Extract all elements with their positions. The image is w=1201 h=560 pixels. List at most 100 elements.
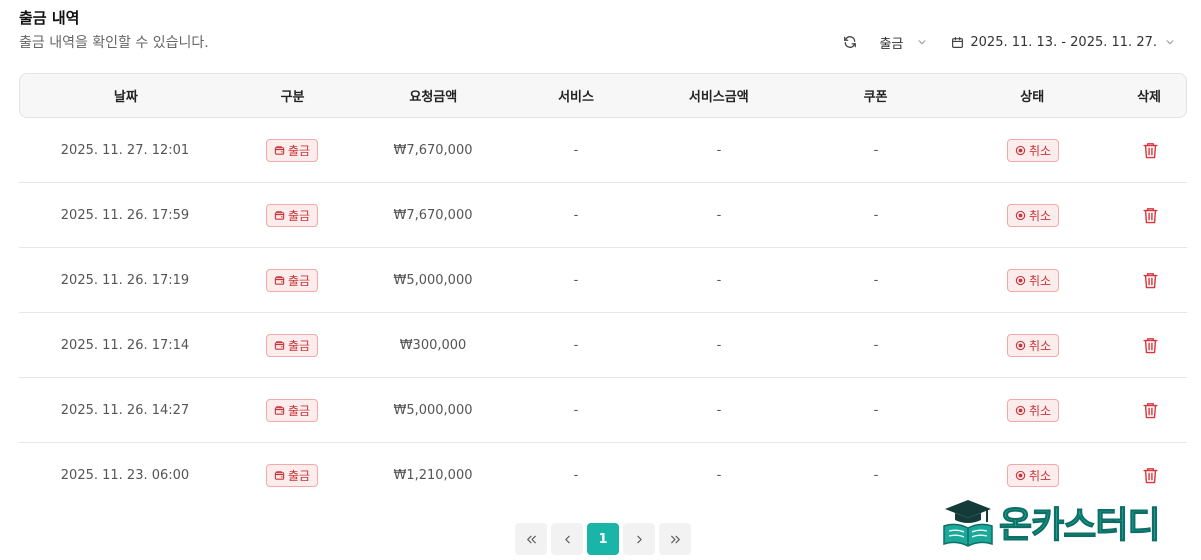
cell-amount: ₩1,210,000 (393, 468, 473, 483)
cell-status: 취소 (953, 378, 1113, 442)
delete-button[interactable] (1142, 401, 1159, 420)
type-filter-select[interactable]: 출금 (879, 33, 927, 52)
cell-coupon: - (873, 142, 879, 158)
column-header-amount: 요청금액 (409, 90, 458, 105)
cancel-circle-icon (1015, 145, 1026, 155)
calendar-icon (952, 36, 964, 48)
delete-button[interactable] (1142, 271, 1159, 290)
cell-service-amount: - (716, 207, 722, 223)
cancel-circle-icon (1015, 275, 1026, 285)
column-header-delete: 삭제 (1137, 90, 1161, 105)
delete-button[interactable] (1142, 336, 1159, 355)
cell-date: 2025. 11. 26. 17:19 (60, 272, 190, 288)
cancel-circle-icon (1015, 470, 1026, 481)
status-badge-label: 취소 (1028, 208, 1052, 223)
trash-icon (1142, 468, 1158, 484)
watermark-text: 온카스터디 (999, 505, 1162, 547)
wallet-icon (274, 275, 285, 285)
column-header-coupon: 쿠폰 (863, 90, 888, 105)
page-header: 출금 내역 출금 내역을 확인할 수 있습니다. (19, 8, 209, 52)
cell-delete (1113, 248, 1187, 312)
cell-service: - (573, 272, 579, 288)
trash-icon (1142, 337, 1158, 353)
cell-amount: ₩7,670,000 (393, 142, 473, 158)
cell-amount: ₩5,000,000 (393, 272, 473, 288)
withdrawal-table: 날짜 구분 요청금액 서비스 서비스금액 쿠폰 상태 삭제 2025. 11. … (19, 73, 1187, 508)
status-badge-label: 취소 (1028, 143, 1052, 158)
table-row: 2025. 11. 26. 17:19 출금 ₩5,000,000 - - - 취소 (19, 248, 1187, 313)
cell-status: 취소 (953, 118, 1113, 182)
delete-button[interactable] (1142, 141, 1159, 160)
type-badge-label: 출금 (287, 273, 311, 288)
chevron-down-icon (918, 40, 926, 45)
status-badge: 취소 (1006, 333, 1060, 357)
cell-delete (1113, 118, 1187, 182)
cell-service: - (573, 402, 579, 418)
cell-delete (1113, 183, 1187, 247)
cell-amount: ₩5,000,000 (393, 402, 473, 418)
trash-icon (1142, 142, 1158, 158)
cell-service-amount: - (716, 402, 722, 418)
status-badge-label: 취소 (1028, 338, 1052, 353)
type-filter-value: 출금 (879, 36, 904, 52)
first-page-button[interactable] (515, 523, 547, 555)
cell-coupon: - (873, 207, 879, 223)
type-badge: 출금 (265, 464, 319, 487)
type-badge: 출금 (265, 138, 319, 162)
cell-delete (1113, 378, 1187, 442)
column-header-service: 서비스 (558, 90, 594, 105)
next-page-button[interactable] (623, 523, 655, 555)
wallet-icon (274, 405, 285, 415)
cell-date: 2025. 11. 26. 17:59 (60, 207, 190, 223)
status-badge: 취소 (1006, 203, 1060, 227)
wallet-icon (274, 471, 285, 480)
chevron-right-icon (636, 535, 642, 543)
cancel-circle-icon (1015, 210, 1026, 220)
table-row: 2025. 11. 26. 17:59 출금 ₩7,670,000 - - - 취소 (19, 183, 1187, 248)
date-range-picker[interactable]: 2025. 11. 13. - 2025. 11. 27. (951, 35, 1175, 50)
cell-service: - (573, 142, 579, 158)
page-subtitle: 출금 내역을 확인할 수 있습니다. (19, 35, 209, 51)
trash-icon (1142, 272, 1158, 288)
status-badge: 취소 (1006, 138, 1060, 162)
table-row: 2025. 11. 27. 12:01 출금 ₩7,670,000 - - - 취소 (19, 118, 1187, 183)
cell-delete (1113, 313, 1187, 377)
cell-date: 2025. 11. 26. 17:14 (60, 337, 190, 353)
type-badge: 출금 (265, 333, 319, 357)
type-badge-label: 출금 (287, 469, 311, 483)
type-badge-label: 출금 (287, 143, 311, 158)
cell-status: 취소 (953, 248, 1113, 312)
cell-service: - (573, 468, 579, 483)
status-badge-label: 취소 (1028, 469, 1052, 483)
cell-amount: ₩7,670,000 (393, 207, 473, 223)
delete-button[interactable] (1142, 466, 1159, 485)
column-header-status: 상태 (1020, 90, 1045, 105)
prev-page-button[interactable] (551, 523, 583, 555)
delete-button[interactable] (1142, 206, 1159, 225)
graduation-book-icon (943, 500, 993, 547)
last-page-button[interactable] (659, 523, 691, 555)
type-badge-label: 출금 (287, 208, 311, 223)
cell-amount: ₩300,000 (399, 337, 467, 353)
cell-coupon: - (873, 468, 879, 483)
type-badge: 출금 (265, 203, 319, 227)
page-button-current[interactable]: 1 (587, 523, 619, 555)
watermark-logo: 온카스터디 (941, 496, 1162, 548)
cell-coupon: - (873, 402, 879, 418)
chevron-left-icon (564, 535, 570, 543)
type-badge-label: 출금 (287, 403, 311, 418)
wallet-icon (274, 340, 285, 350)
cell-status: 취소 (953, 313, 1113, 377)
cell-type: 출금 (231, 443, 353, 508)
cancel-circle-icon (1015, 405, 1026, 415)
refresh-button[interactable] (841, 33, 859, 51)
type-badge-label: 출금 (287, 338, 311, 353)
trash-icon (1142, 207, 1158, 223)
cell-type: 출금 (231, 313, 353, 377)
cell-service-amount: - (716, 337, 722, 353)
status-badge: 취소 (1006, 268, 1060, 292)
refresh-icon (844, 36, 857, 48)
double-chevron-right-icon (670, 535, 680, 543)
cell-type: 출금 (231, 183, 353, 247)
status-badge: 취소 (1006, 398, 1060, 422)
